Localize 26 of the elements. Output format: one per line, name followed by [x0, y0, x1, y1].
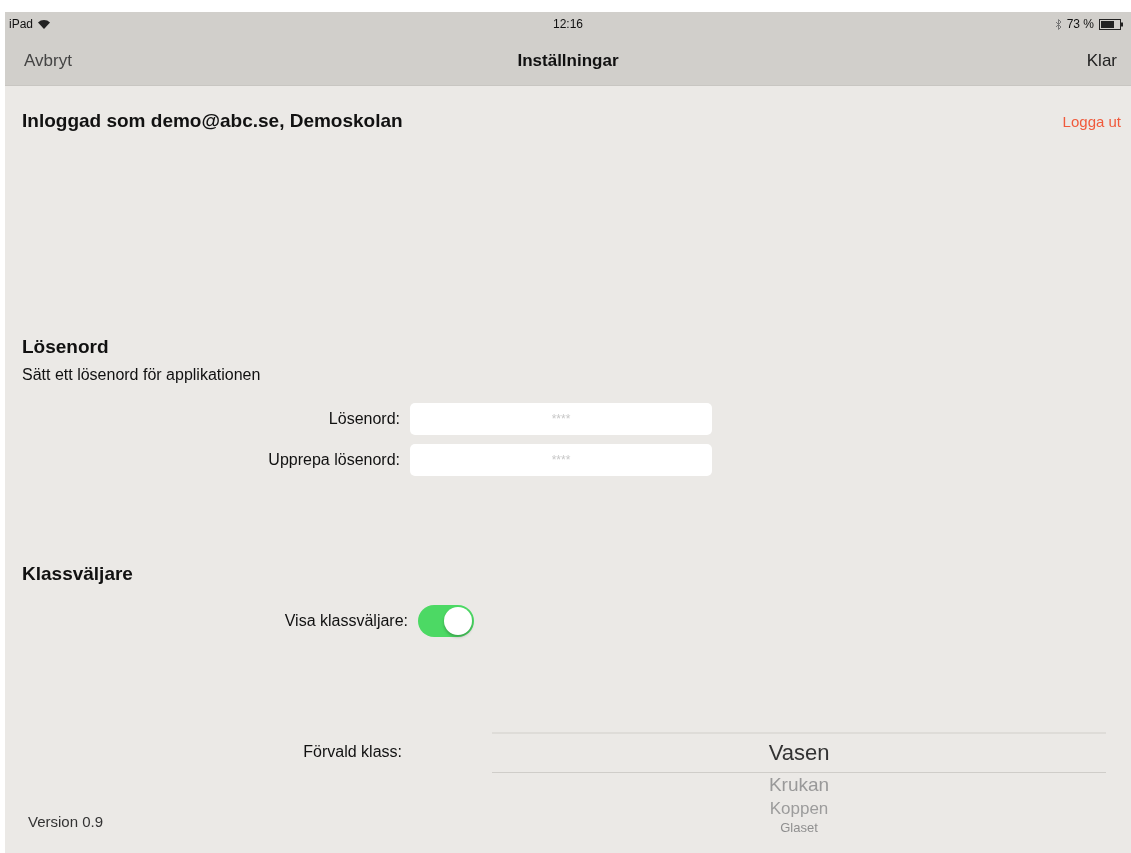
done-button[interactable]: Klar	[1086, 50, 1117, 71]
status-time: 12:16	[553, 17, 583, 31]
wifi-icon	[38, 19, 51, 29]
picker-option[interactable]: Krukan	[768, 773, 830, 798]
picker-option[interactable]: Koppen	[769, 797, 829, 820]
version-text: Version 0.9	[28, 812, 104, 830]
picker-option[interactable]: Glaset	[780, 819, 818, 837]
toggle-switch[interactable]	[418, 605, 474, 637]
section-subtitle: Sätt ett lösenord för applikationen	[21, 366, 262, 384]
toggle-label: Visa klassväljare:	[283, 612, 409, 630]
password-field[interactable]: ****	[410, 444, 712, 476]
password-field[interactable]: ****	[410, 403, 712, 435]
bluetooth-icon	[1054, 18, 1062, 30]
section-title: Lösenord	[21, 336, 110, 358]
battery-icon	[1099, 18, 1123, 30]
cancel-button[interactable]: Avbryt	[24, 50, 72, 71]
battery-percent: 73 %	[1066, 17, 1094, 31]
nav-title: Inställningar	[517, 50, 619, 71]
picker-option[interactable]: Vasen	[492, 732, 1106, 773]
picker-label: Förvald klass:	[302, 742, 402, 762]
field-label: Lösenord:	[327, 410, 401, 428]
device-name: iPad	[9, 17, 34, 31]
logout-link[interactable]: Logga ut	[1062, 112, 1121, 130]
logged-in-text: Inloggad som demo@abc.se, Demoskolan	[22, 110, 403, 132]
section-title: Klassväljare	[21, 563, 134, 585]
field-label: Upprepa lösenord:	[267, 451, 401, 469]
